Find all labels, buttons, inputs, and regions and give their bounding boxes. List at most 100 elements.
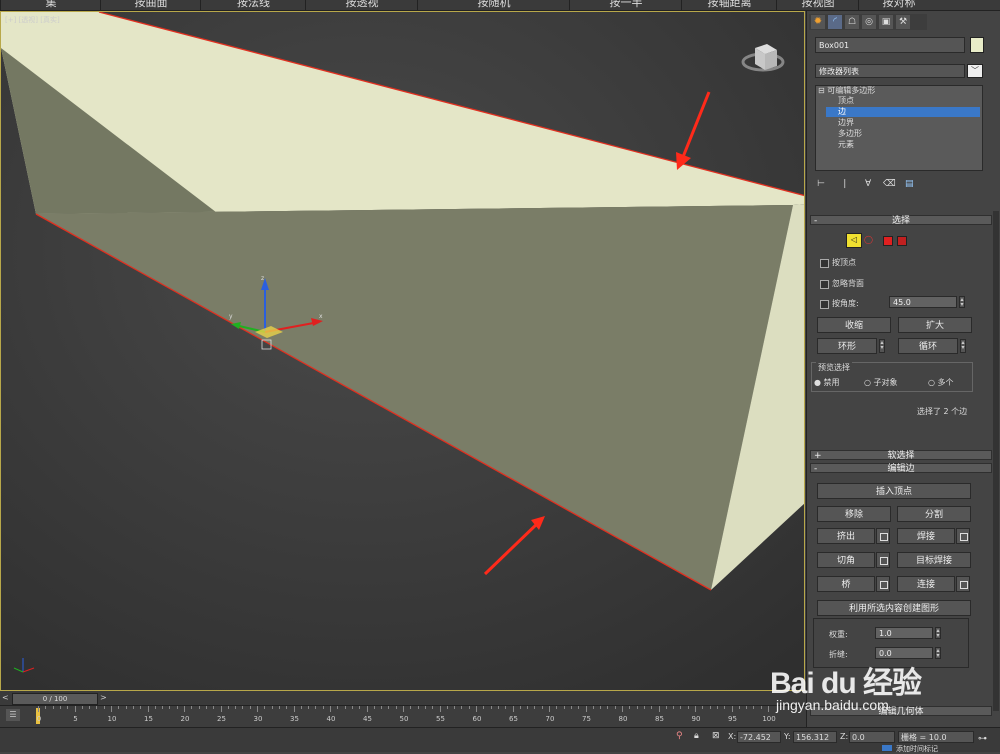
ruler-tick	[549, 706, 550, 712]
extrude-button[interactable]: 挤出	[817, 528, 875, 544]
weight-input[interactable]: 1.0	[875, 627, 933, 639]
stack-item-vertex[interactable]: 顶点	[826, 96, 980, 106]
menu-item[interactable]: 按一半	[569, 0, 682, 10]
time-slider-thumb[interactable]: 0 / 100	[12, 693, 98, 705]
ruler-ticks: 0 5 10 15 20 25 30 35 40 45 50 55 60 65 70 75 80 85 90 95 10…	[0, 706, 806, 728]
modifier-list-dropdown[interactable]: 修改器列表	[815, 64, 965, 78]
ruler-tick	[461, 706, 463, 709]
menu-item[interactable]: 按透视	[305, 0, 418, 10]
crease-spinner[interactable]: ▴ ▾	[935, 647, 941, 659]
loop-button[interactable]: 循环	[898, 338, 958, 354]
by-vertex-checkbox[interactable]	[820, 259, 829, 268]
configure-sets-icon[interactable]: ▤	[905, 179, 914, 189]
ruler-tick	[760, 706, 762, 709]
absolute-mode-icon[interactable]: ⊠	[712, 731, 720, 741]
motion-tab-icon[interactable]: ◎	[862, 15, 876, 29]
menu-item[interactable]: 按视图	[776, 0, 859, 10]
angle-spinner[interactable]: ▴ ▾	[959, 296, 965, 308]
menu-item[interactable]: 按法线	[200, 0, 306, 10]
make-unique-icon[interactable]: ∀	[865, 179, 871, 189]
stack-item-edge[interactable]: 边	[826, 107, 980, 117]
y-coord-field[interactable]: 156.312	[793, 731, 837, 743]
add-time-tag-button[interactable]: 添加时间标记	[896, 744, 938, 754]
key-icon[interactable]: ⊶	[978, 734, 987, 744]
ruler-tick	[235, 706, 237, 709]
object-color-swatch[interactable]	[970, 37, 984, 53]
menu-item[interactable]: 按对称	[858, 0, 939, 10]
prev-frame-icon[interactable]: <	[2, 693, 10, 703]
grow-button[interactable]: 扩大	[898, 317, 972, 333]
insert-vertex-button[interactable]: 插入顶点	[817, 483, 971, 499]
modify-tab-icon[interactable]: ◜	[828, 15, 842, 29]
ring-spinner[interactable]: ▴ ▾	[879, 339, 885, 353]
track-bar[interactable]: ☰ 0 5 10 15 20 25 30 35 40 45 50 55 60 65 70 75 80 85 90 95…	[0, 705, 806, 728]
loop-spinner[interactable]: ▴ ▾	[960, 339, 966, 353]
bridge-settings-icon[interactable]	[876, 576, 890, 592]
element-mode-icon[interactable]	[897, 236, 907, 246]
y-coord-label: Y:	[784, 732, 791, 741]
remove-modifier-icon[interactable]: ⌫	[883, 179, 896, 189]
remove-button[interactable]: 移除	[817, 506, 891, 522]
hierarchy-tab-icon[interactable]: ☖	[845, 15, 859, 29]
object-name-field[interactable]: Box001	[815, 37, 965, 53]
chevron-down-icon[interactable]: ﹀	[967, 64, 983, 78]
edit-edges-rollout-header[interactable]: - 编辑边	[810, 463, 992, 474]
soft-selection-rollout-header[interactable]: + 软选择	[810, 450, 992, 461]
preview-subobject-radio[interactable]: ○ 子对象	[864, 377, 898, 388]
utilities-tab-icon[interactable]: ⚒	[896, 15, 910, 29]
preview-multiple-radio[interactable]: ○ 多个	[928, 377, 954, 388]
ruler-tick	[205, 706, 207, 709]
lock-icon[interactable]: 🔒︎	[694, 731, 699, 741]
stack-item-border[interactable]: 边界	[826, 118, 980, 128]
perspective-viewport[interactable]: z x y [+] [透视] [真实]	[0, 11, 805, 691]
angle-input[interactable]: 45.0	[889, 296, 957, 308]
viewport-label[interactable]: [+] [透视] [真实]	[5, 15, 60, 25]
bridge-button[interactable]: 桥	[817, 576, 875, 592]
z-coord-field[interactable]: 0.0	[849, 731, 895, 743]
vertex-mode-icon[interactable]	[829, 236, 833, 240]
x-coord-field[interactable]: -72.452	[737, 731, 781, 743]
chamfer-settings-icon[interactable]	[876, 552, 890, 568]
by-angle-checkbox[interactable]	[820, 300, 829, 309]
ruler-tick	[512, 706, 514, 712]
create-tab-icon[interactable]: ✹	[811, 15, 825, 29]
ignore-backfacing-checkbox[interactable]	[820, 280, 829, 289]
weld-button[interactable]: 焊接	[897, 528, 955, 544]
stack-item-editable-poly[interactable]: ⊟ 可编辑多边形	[818, 86, 982, 96]
ruler-tick	[673, 706, 675, 709]
display-tab-icon[interactable]: ▣	[879, 15, 893, 29]
next-frame-icon[interactable]: >	[100, 693, 108, 703]
weight-spinner[interactable]: ▴ ▾	[935, 627, 941, 639]
border-mode-icon[interactable]: ◯	[864, 235, 873, 244]
pin-stack-icon[interactable]: ⊢	[817, 179, 825, 189]
ruler-tick	[359, 706, 361, 709]
target-weld-button[interactable]: 目标焊接	[897, 552, 971, 568]
weld-settings-icon[interactable]	[956, 528, 970, 544]
stack-item-element[interactable]: 元素	[826, 140, 980, 150]
ruler-tick-label: 20	[180, 715, 190, 723]
show-end-result-icon[interactable]: ❘	[841, 179, 849, 189]
chamfer-button[interactable]: 切角	[817, 552, 875, 568]
panel-scrollbar[interactable]	[993, 211, 999, 711]
create-shape-button[interactable]: 利用所选内容创建图形	[817, 600, 971, 616]
extrude-settings-icon[interactable]	[876, 528, 890, 544]
menu-item[interactable]: 按曲面	[100, 0, 201, 10]
ruler-tick	[724, 706, 726, 709]
ruler-tick	[519, 706, 521, 709]
menu-item[interactable]: 按轴距离	[681, 0, 777, 10]
shrink-button[interactable]: 收缩	[817, 317, 891, 333]
ruler-tick	[658, 706, 660, 712]
menu-item[interactable]: 集	[0, 0, 101, 10]
ring-button[interactable]: 环形	[817, 338, 877, 354]
menu-item[interactable]: 按随机	[417, 0, 570, 10]
preview-off-radio[interactable]: ● 禁用	[814, 377, 840, 388]
connect-settings-icon[interactable]	[956, 576, 970, 592]
stack-item-polygon[interactable]: 多边形	[826, 129, 980, 139]
pin-icon[interactable]: ⚲	[676, 731, 683, 741]
selection-rollout-header[interactable]: - 选择	[810, 215, 992, 226]
connect-button[interactable]: 连接	[897, 576, 955, 592]
edge-mode-icon[interactable]: ◁	[846, 233, 862, 248]
polygon-mode-icon[interactable]	[883, 236, 893, 246]
time-tag-icon[interactable]	[882, 745, 892, 751]
split-button[interactable]: 分割	[897, 506, 971, 522]
